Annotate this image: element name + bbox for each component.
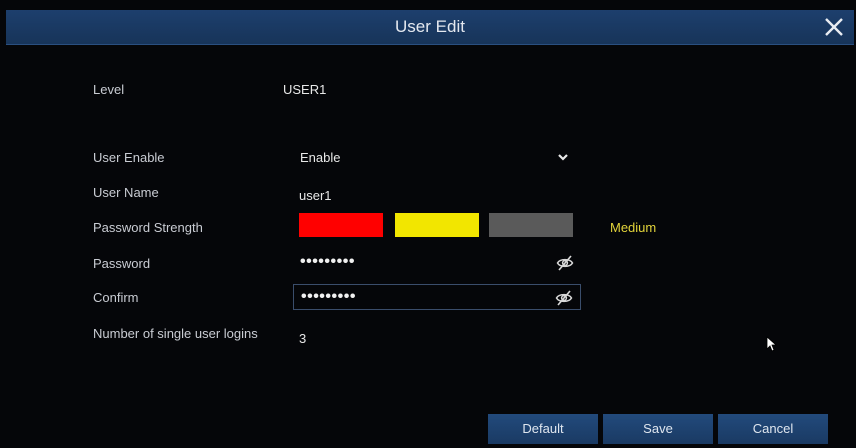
user-enable-value: Enable (300, 150, 341, 165)
close-button[interactable] (820, 13, 848, 41)
password-input[interactable]: ••••••••• (293, 250, 581, 276)
strength-bar-1 (299, 213, 383, 237)
close-icon (825, 18, 843, 36)
password-label: Password (93, 256, 151, 271)
eye-off-icon[interactable] (555, 289, 573, 307)
password-dots: ••••••••• (300, 253, 355, 270)
strength-bar-2 (395, 213, 479, 237)
eye-off-icon[interactable] (556, 254, 574, 272)
level-value: USER1 (283, 82, 327, 97)
user-enable-label: User Enable (93, 150, 165, 165)
password-strength-value: Medium (610, 220, 657, 235)
default-button[interactable]: Default (488, 414, 598, 444)
logins-value: 3 (299, 331, 307, 346)
chevron-down-icon (558, 154, 568, 161)
confirm-label: Confirm (93, 290, 139, 305)
password-strength-label: Password Strength (93, 220, 203, 235)
user-name-value: user1 (299, 188, 332, 203)
confirm-input[interactable]: ••••••••• (293, 284, 581, 310)
user-enable-select[interactable]: Enable (293, 144, 581, 170)
logins-label: Number of single user logins (93, 326, 258, 341)
confirm-dots: ••••••••• (301, 288, 356, 305)
strength-bar-3 (489, 213, 573, 237)
dialog-titlebar: User Edit (6, 10, 854, 45)
save-button[interactable]: Save (603, 414, 713, 444)
user-name-label: User Name (93, 185, 159, 200)
level-label: Level (93, 82, 125, 97)
dialog-title: User Edit (395, 17, 465, 36)
mouse-cursor-icon (766, 336, 778, 352)
cancel-button[interactable]: Cancel (718, 414, 828, 444)
